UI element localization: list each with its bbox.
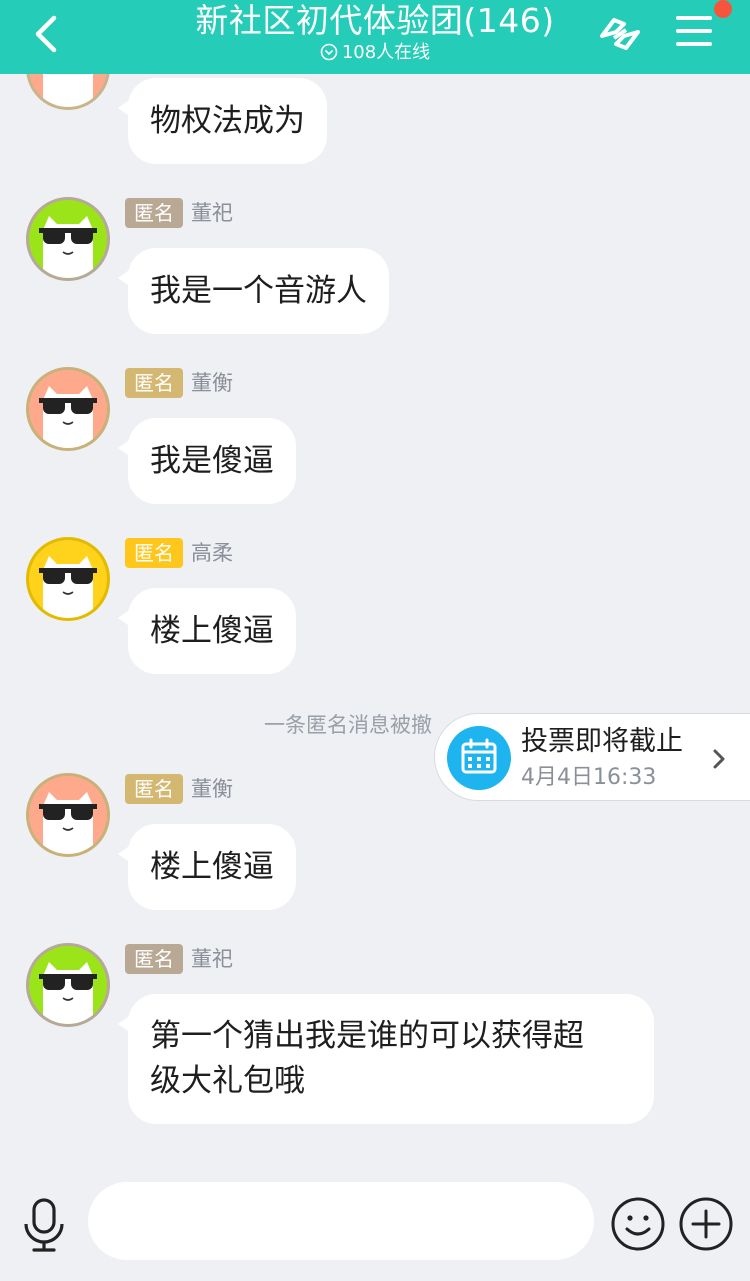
message-meta: 匿名 董祀 <box>125 944 233 974</box>
chevron-down-icon <box>320 43 338 61</box>
message-input[interactable] <box>88 1182 594 1260</box>
notification-dot <box>714 0 732 18</box>
menu-icon[interactable] <box>674 12 716 52</box>
anonymous-badge: 匿名 <box>125 944 183 974</box>
vote-title: 投票即将截止 <box>521 726 683 757</box>
sender-nickname[interactable]: 董衡 <box>191 774 233 804</box>
sender-nickname[interactable]: 董衡 <box>191 368 233 398</box>
anonymous-badge: 匿名 <box>125 538 183 568</box>
sender-nickname[interactable]: 董祀 <box>191 198 233 228</box>
message-text-line: 级大礼包哦 <box>150 1063 305 1099</box>
sender-nickname[interactable]: 董祀 <box>191 944 233 974</box>
calendar-icon <box>447 726 511 790</box>
chat-header: 新社区初代体验团(146) 108人在线 <box>0 0 750 74</box>
message-bubble[interactable]: 楼上傻逼 <box>118 824 296 910</box>
message-bubble[interactable]: 第一个猜出我是谁的可以获得超 级大礼包哦 <box>118 994 654 1124</box>
message-meta: 匿名 董衡 <box>125 368 233 398</box>
plus-icon[interactable] <box>678 1196 734 1252</box>
share-link-icon[interactable] <box>594 12 646 56</box>
message-meta: 匿名 董衡 <box>125 774 233 804</box>
emoji-icon[interactable] <box>610 1196 666 1252</box>
avatar[interactable] <box>26 197 110 281</box>
message-text-line: 第一个猜出我是谁的可以获得超 <box>150 1018 584 1054</box>
message-bubble[interactable]: 我是一个音游人 <box>118 248 389 334</box>
avatar[interactable] <box>26 367 110 451</box>
avatar[interactable] <box>26 943 110 1027</box>
message-bubble[interactable]: 物权法成为 <box>118 78 327 164</box>
anonymous-badge: 匿名 <box>125 198 183 228</box>
cat-sunglasses-avatar-icon <box>39 962 97 1024</box>
online-count-label: 108人在线 <box>341 42 431 63</box>
system-notice: 一条匿名消息被撤 <box>264 713 432 737</box>
anonymous-badge: 匿名 <box>125 774 183 804</box>
input-bar <box>0 1172 750 1281</box>
chevron-right-icon <box>713 749 725 769</box>
message-meta: 匿名 高柔 <box>125 538 233 568</box>
vote-deadline-card[interactable]: 投票即将截止 4月4日16:33 <box>434 713 750 801</box>
message-meta: 匿名 董祀 <box>125 198 233 228</box>
microphone-icon[interactable] <box>20 1196 68 1254</box>
vote-deadline-time: 4月4日16:33 <box>521 765 657 790</box>
sender-nickname[interactable]: 高柔 <box>191 538 233 568</box>
message-bubble[interactable]: 我是傻逼 <box>118 418 296 504</box>
cat-sunglasses-avatar-icon <box>39 792 97 854</box>
anonymous-badge: 匿名 <box>125 368 183 398</box>
cat-sunglasses-avatar-icon <box>39 386 97 448</box>
message-bubble[interactable]: 楼上傻逼 <box>118 588 296 674</box>
cat-sunglasses-avatar-icon <box>39 556 97 618</box>
avatar[interactable] <box>26 773 110 857</box>
avatar[interactable] <box>26 537 110 621</box>
cat-sunglasses-avatar-icon <box>39 216 97 278</box>
